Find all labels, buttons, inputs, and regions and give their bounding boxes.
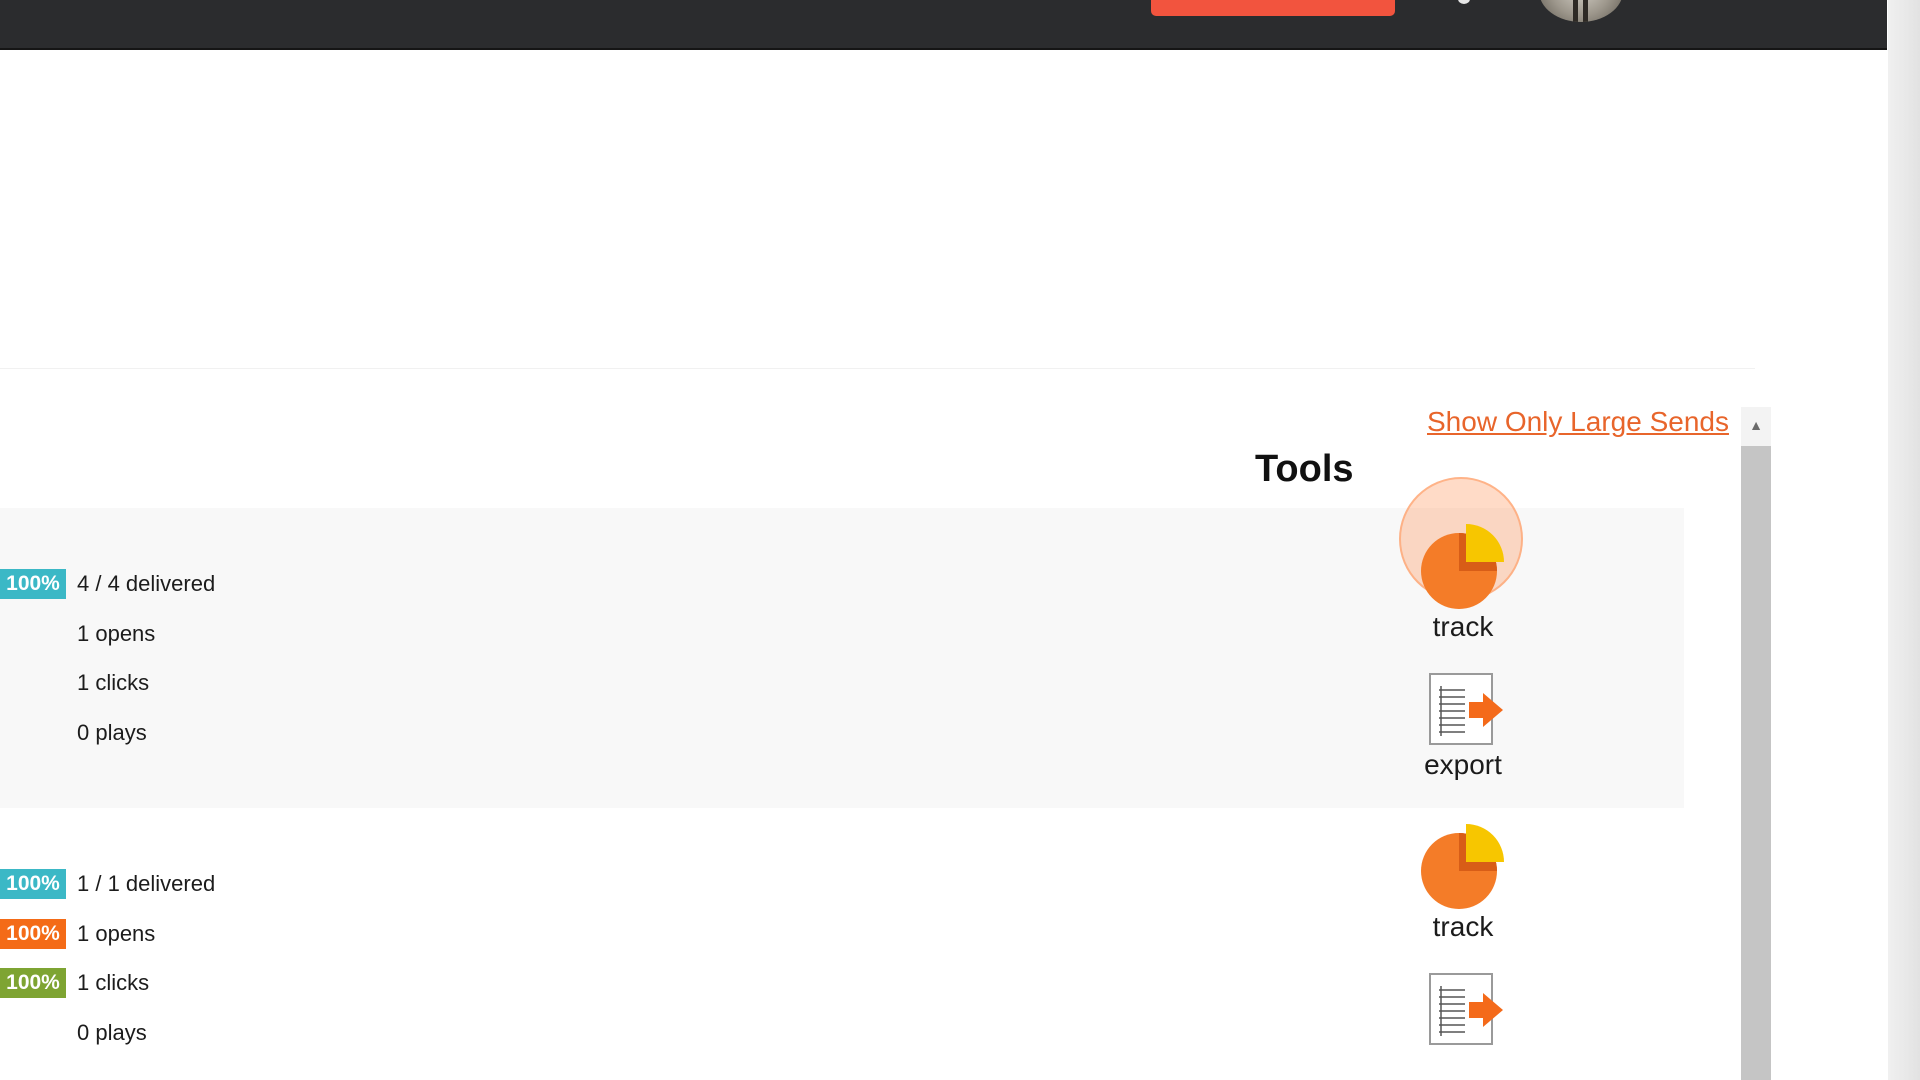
delivered-count: 1 / 1 delivered (77, 871, 216, 896)
opens-percent-badge: 100% (0, 919, 66, 949)
opens-badge-empty (0, 619, 66, 649)
track-label: track (1432, 611, 1494, 642)
tools-column-header: Tools (1255, 448, 1354, 490)
opens-count: 1 opens (77, 621, 156, 646)
stat-opens: 100% 1 opens (0, 919, 155, 949)
opens-count: 1 opens (77, 921, 156, 946)
stat-delivered: 100% 1 / 1 delivered (0, 869, 215, 899)
delivered-percent-badge: 100% (0, 569, 66, 599)
clicks-count: 1 clicks (77, 670, 150, 695)
export-label: export (1424, 749, 1502, 780)
pie-chart-icon (1421, 824, 1504, 909)
track-button[interactable]: track (1413, 522, 1513, 644)
clicks-count: 1 clicks (77, 970, 150, 995)
track-label: track (1432, 911, 1494, 942)
pie-chart-icon (1421, 524, 1504, 609)
plays-badge-empty (0, 1018, 66, 1048)
track-button[interactable]: track (1413, 822, 1513, 944)
delivered-percent-badge: 100% (0, 869, 66, 899)
scrollbar-thumb[interactable] (1741, 446, 1771, 1080)
window-edge (1888, 0, 1920, 1080)
clicks-badge-empty (0, 668, 66, 698)
stat-delivered: 100% 4 / 4 delivered (0, 569, 215, 599)
top-navigation-bar (0, 0, 1887, 50)
export-document-icon (1429, 973, 1503, 1045)
stat-plays: 0 plays (0, 718, 147, 748)
export-button[interactable]: export (1413, 672, 1513, 782)
section-divider (0, 368, 1755, 369)
user-avatar[interactable] (1539, 0, 1623, 22)
stat-plays: 0 plays (0, 1018, 147, 1048)
top-action-button[interactable] (1151, 0, 1395, 16)
delivered-count: 4 / 4 delivered (77, 571, 216, 596)
export-document-icon (1429, 673, 1503, 745)
scroll-up-icon[interactable]: ▲ (1741, 407, 1771, 443)
plays-badge-empty (0, 718, 66, 748)
stat-opens: 1 opens (0, 619, 155, 649)
show-only-large-sends-link[interactable]: Show Only Large Sends (1427, 404, 1729, 440)
clicks-percent-badge: 100% (0, 968, 66, 998)
top-nav-icon[interactable] (1458, 0, 1470, 4)
plays-count: 0 plays (77, 720, 147, 745)
stat-clicks: 1 clicks (0, 668, 149, 698)
stat-clicks: 100% 1 clicks (0, 968, 149, 998)
export-button[interactable] (1413, 972, 1513, 1048)
plays-count: 0 plays (77, 1020, 147, 1045)
